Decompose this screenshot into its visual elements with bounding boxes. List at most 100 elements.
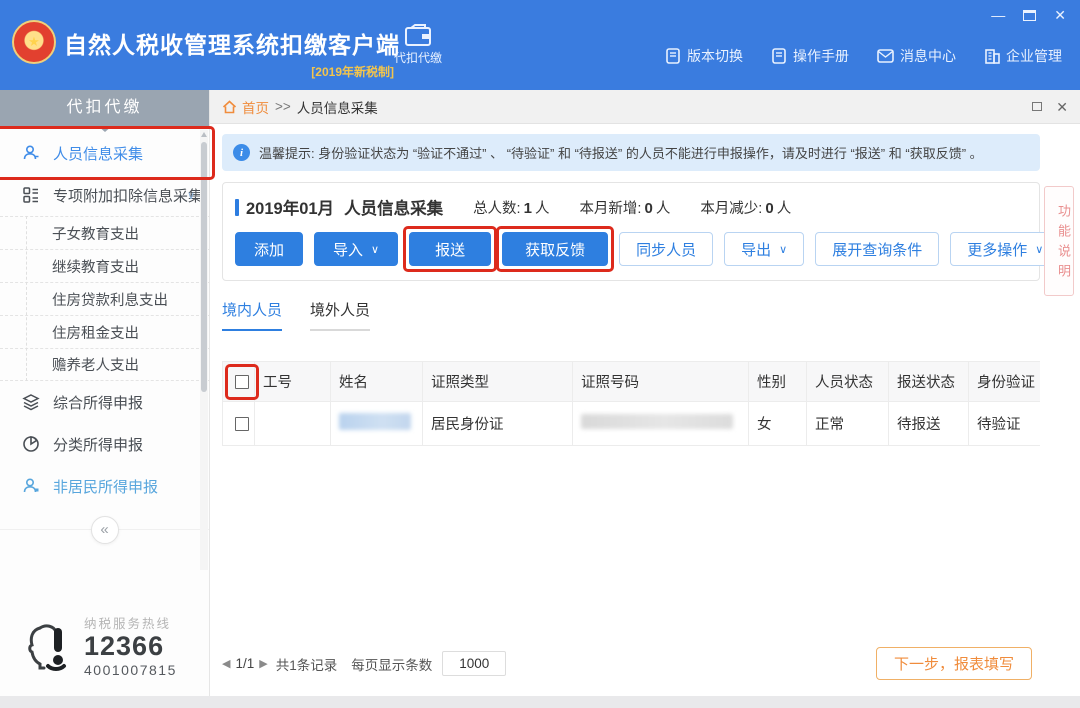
button-label: 添加 [254, 241, 285, 259]
sidebar-subitem-label: 赡养老人支出 [52, 358, 139, 374]
select-all-wrap [231, 370, 253, 394]
button-label: 下一步，报表填写 [893, 656, 1014, 673]
minimize-button[interactable]: — [991, 8, 1005, 22]
per-page-label: 每页显示条数 [351, 657, 433, 673]
sidebar-item-personnel-info[interactable]: 人员信息采集 [0, 132, 209, 174]
menu-enterprise-management[interactable]: 企业管理 [984, 46, 1062, 66]
stat-unit: 人 [776, 200, 792, 217]
menu-version-switch[interactable]: 版本切换 [665, 46, 743, 66]
hotline-phone: 4001007815 [84, 662, 177, 678]
building-icon [984, 48, 1000, 64]
sync-personnel-button[interactable]: 同步人员 [619, 232, 714, 266]
row-checkbox[interactable] [235, 416, 249, 431]
function-description-tab[interactable]: 功能说明 [1044, 186, 1074, 296]
import-button[interactable]: 导入 ∨ [314, 232, 399, 266]
button-label: 获取反馈 [525, 241, 586, 259]
cell-person-status: 正常 [806, 401, 889, 446]
sidebar-item-comprehensive-income[interactable]: 综合所得申报 [0, 381, 209, 423]
hotline-label: 纳税服务热线 [84, 617, 172, 632]
sidebar-item-label: 非居民所得申报 [53, 478, 159, 496]
scrollbar-thumb[interactable] [201, 142, 207, 392]
grid-list-icon [22, 186, 40, 204]
add-button[interactable]: 添加 [235, 232, 304, 266]
menu-message-center[interactable]: 消息中心 [877, 46, 956, 66]
button-label: 同步人员 [636, 241, 697, 259]
col-name: 姓名 [330, 361, 423, 402]
select-all-checkbox[interactable] [235, 374, 249, 389]
next-step-button[interactable]: 下一步，报表填写 [875, 647, 1032, 680]
redacted-cert-no-value [581, 414, 733, 429]
get-feedback-button[interactable]: 获取反馈 [502, 232, 609, 266]
pagination-bar: ◀ 1/1 ▶ 共1条记录 每页显示条数 下一步，报表填写 [222, 647, 1080, 680]
document-icon [771, 48, 787, 64]
personnel-table: 工号 姓名 证照类型 证照号码 性别 人员状态 报送状态 身份验证 居民身份证 … [222, 361, 1040, 446]
cell-verify-status: 待验证 [968, 401, 1040, 446]
sidebar-item-label: 专项附加扣除信息采集 [53, 187, 204, 205]
pie-chart-icon [22, 435, 40, 453]
close-button[interactable]: ✕ [1054, 8, 1066, 22]
sidebar-header: 代扣代缴 [0, 90, 209, 132]
redacted-name-value [339, 413, 411, 430]
sidebar-item-nonresident-income[interactable]: 非居民所得申报 [0, 465, 209, 507]
sidebar-subitem-continuing-education[interactable]: 继续教育支出 [0, 249, 209, 282]
sidebar-subitem-label: 子女教育支出 [52, 226, 139, 243]
stat-label: 本月减少: [700, 200, 763, 217]
stat-unit: 人 [655, 200, 671, 217]
home-icon [222, 99, 237, 114]
stat-value: 0 [644, 199, 653, 217]
hotline-block: 纳税服务热线 12366 4001007815 [26, 613, 177, 678]
stat-total: 总人数: 1 人 [473, 197, 549, 218]
expand-query-button[interactable]: 展开查询条件 [815, 232, 940, 266]
menu-label: 版本切换 [687, 48, 743, 64]
col-verify-status: 身份验证 [968, 361, 1040, 402]
sidebar-item-classified-income[interactable]: 分类所得申报 [0, 423, 209, 465]
panel-maximize-icon[interactable] [1032, 102, 1043, 111]
maximize-button[interactable] [1023, 9, 1037, 21]
menu-label: 企业管理 [1006, 48, 1062, 64]
personnel-table-wrap: 工号 姓名 证照类型 证照号码 性别 人员状态 报送状态 身份验证 居民身份证 … [222, 361, 1040, 446]
tab-foreign-personnel[interactable]: 境外人员 [310, 299, 371, 331]
summary-panel: 2019年01月 人员信息采集 总人数: 1 人 本月新增: 0 人 本月减少: 0 人 添加… [222, 182, 1061, 281]
export-button[interactable]: 导出 ∨ [724, 232, 805, 266]
sidebar-subitem-label: 住房租金支出 [52, 325, 139, 342]
sidebar-scrollbar[interactable] [200, 130, 208, 570]
panel-close-icon[interactable]: ✕ [1056, 100, 1068, 114]
summary-period: 2019年01月 [246, 200, 335, 218]
person-badge-icon [22, 477, 40, 495]
cell-cert-type: 居民身份证 [422, 401, 573, 446]
chevron-down-icon: ∨ [186, 189, 195, 202]
col-gender: 性别 [748, 361, 807, 402]
sidebar-item-special-deduction[interactable]: 专项附加扣除信息采集 ∨ [0, 174, 209, 216]
stat-reduced: 本月减少: 0 人 [700, 197, 791, 218]
next-page-icon[interactable]: ▶ [259, 657, 267, 670]
breadcrumb-home-label: 首页 [242, 100, 269, 116]
report-button[interactable]: 报送 [409, 232, 492, 266]
sidebar-subitem-child-education[interactable]: 子女教育支出 [0, 216, 209, 249]
breadcrumb-separator: >> [275, 99, 291, 114]
window-controls: — ✕ [991, 8, 1066, 22]
person-tabs: 境内人员 境外人员 [222, 299, 1040, 331]
prev-page-icon[interactable]: ◀ [222, 657, 230, 670]
sidebar: 代扣代缴 人员信息采集 专项附加扣除信息采集 ∨ 子女教育支出 继续教育支出 住… [0, 90, 210, 696]
info-icon: i [233, 144, 250, 161]
breadcrumb-home[interactable]: 首页 [222, 97, 269, 117]
scroll-up-icon[interactable] [201, 132, 207, 137]
page-indicator: 1/1 [235, 656, 255, 671]
hotline-headset-icon [26, 620, 74, 672]
col-cert-no: 证照号码 [572, 361, 749, 402]
stat-unit: 人 [534, 200, 550, 217]
menu-manual[interactable]: 操作手册 [771, 46, 849, 66]
menu-label: 消息中心 [900, 48, 956, 64]
tab-domestic-personnel[interactable]: 境内人员 [222, 299, 283, 331]
sidebar-subitem-elderly-support[interactable]: 赡养老人支出 [0, 348, 209, 381]
sidebar-subitem-housing-rent[interactable]: 住房租金支出 [0, 315, 209, 348]
sidebar-collapse-button[interactable]: « [90, 516, 119, 544]
sidebar-subitem-mortgage-interest[interactable]: 住房贷款利息支出 [0, 282, 209, 315]
col-cert-type: 证照类型 [422, 361, 573, 402]
sidebar-item-label: 分类所得申报 [53, 436, 144, 454]
table-row[interactable]: 居民身份证 女 正常 待报送 待验证 [222, 401, 1040, 446]
national-emblem-icon: ★ [12, 20, 56, 64]
chevron-down-icon: ∨ [371, 243, 380, 256]
stat-added: 本月新增: 0 人 [579, 197, 670, 218]
per-page-input[interactable] [442, 651, 507, 676]
